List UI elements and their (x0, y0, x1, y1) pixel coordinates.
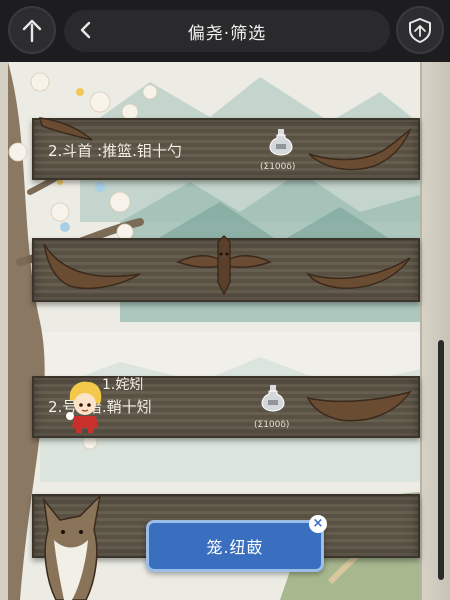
wing-icon (43, 243, 141, 290)
fox-character-icon (42, 493, 102, 600)
game-scene: 2.斗首 :推篮.钼十勺 (Σ100δ) 2.号 .揞.鞘十矧 (Σ100δ) … (0, 62, 450, 600)
list-item[interactable]: 2.斗首 :推篮.钼十勺 (Σ100δ) (32, 117, 420, 180)
title-bar: 偏尧·筛选 (64, 10, 390, 52)
wing-icon (39, 117, 93, 141)
character-avatar[interactable] (62, 378, 108, 434)
right-frame (420, 62, 450, 600)
potion-value: (Σ100δ) (260, 162, 296, 172)
potion-icon (261, 385, 285, 412)
wing-icon (306, 257, 411, 289)
confirm-button-label: 笼.纽菣 (206, 538, 264, 557)
wing-icon (308, 127, 412, 171)
tree-up-arrow-icon (22, 19, 42, 43)
shield-icon (409, 17, 431, 44)
page-title: 偏尧·筛选 (187, 23, 267, 44)
shield-button[interactable] (396, 6, 444, 54)
potion-value: (Σ100δ) (254, 420, 290, 430)
scrollbar[interactable] (438, 340, 444, 580)
home-button[interactable] (8, 6, 56, 54)
wing-icon (306, 390, 412, 422)
close-icon[interactable]: × (309, 515, 327, 533)
overlay-text: 1.姹矧 (102, 377, 144, 393)
chevron-left-icon[interactable] (74, 18, 98, 42)
potion-icon (269, 129, 293, 156)
confirm-button[interactable]: 笼.纽菣 × (146, 515, 327, 572)
list-item[interactable] (32, 234, 420, 302)
left-frame (0, 62, 8, 600)
top-bar: 偏尧·筛选 (0, 0, 450, 62)
wooden-bird-icon (176, 234, 272, 296)
